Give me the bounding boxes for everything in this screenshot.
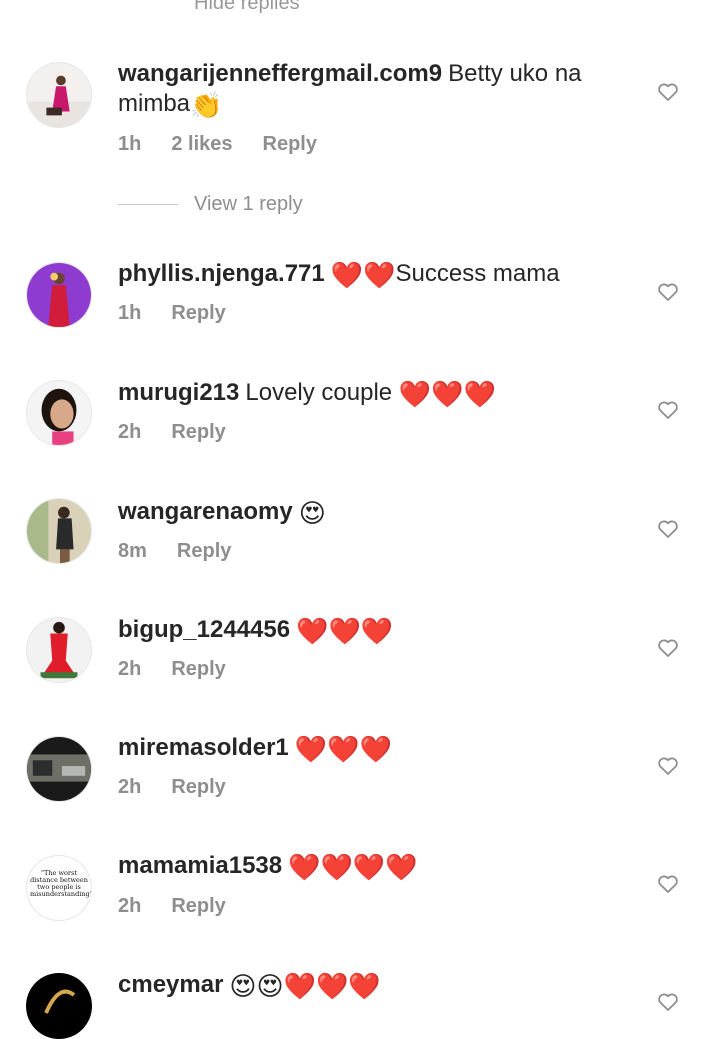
comment-text: murugi213 Lovely couple ❤️❤️❤️	[118, 378, 638, 409]
heart-outline-icon[interactable]	[656, 280, 680, 304]
comment-username[interactable]: wangarenaomy	[118, 498, 293, 525]
comment-text: phyllis.njenga.771 ❤️❤️Success mama	[118, 259, 638, 290]
heart-outline-icon[interactable]	[656, 517, 680, 541]
heart-outline-icon[interactable]	[656, 754, 680, 778]
comment-time: 2h	[118, 658, 142, 680]
comment-username[interactable]: murugi213	[118, 379, 239, 406]
comment-meta: 1h 2 likes Reply	[118, 133, 347, 156]
view-replies-divider	[118, 204, 178, 205]
comment-text: wangarenaomy 😍	[118, 497, 638, 528]
comment-time: 1h	[118, 133, 142, 155]
view-replies-link[interactable]: View 1 reply	[118, 193, 303, 216]
comment-text: miremasolder1 ❤️❤️❤️	[118, 733, 638, 764]
avatar[interactable]	[26, 380, 92, 446]
heart-outline-icon[interactable]	[656, 990, 680, 1014]
reply-button[interactable]: Reply	[177, 540, 231, 562]
comment-text: wangarijenneffergmail.com9 Betty uko na m…	[118, 59, 638, 120]
comment-time: 2h	[118, 895, 142, 917]
comment-meta: 2h Reply	[118, 658, 256, 681]
avatar[interactable]	[26, 617, 92, 683]
avatar[interactable]: "The worst distance between two people i…	[26, 855, 92, 921]
comment-username[interactable]: mamamia1538	[118, 852, 282, 879]
comment-username[interactable]: miremasolder1	[118, 734, 289, 761]
comment-body-continued: mimba	[118, 90, 191, 117]
reply-button[interactable]: Reply	[263, 133, 317, 155]
comment-time: 2h	[118, 421, 142, 443]
avatar[interactable]	[26, 736, 92, 802]
comment-username[interactable]: bigup_1244456	[118, 616, 290, 643]
avatar[interactable]	[26, 262, 92, 328]
comment-text: cmeymar 😍😍❤️❤️❤️	[118, 970, 638, 1001]
red-heart-emoji: ❤️❤️❤️	[296, 616, 394, 646]
comment-meta: 8m Reply	[118, 540, 261, 563]
reply-button[interactable]: Reply	[171, 895, 225, 917]
reply-button[interactable]: Reply	[171, 421, 225, 443]
clapping-hands-emoji: 👏	[190, 90, 223, 120]
avatar[interactable]	[26, 498, 92, 564]
heart-outline-icon[interactable]	[656, 80, 680, 104]
comment-meta: 1h Reply	[118, 302, 256, 325]
comment-body: Success mama	[395, 260, 560, 287]
heart-outline-icon[interactable]	[656, 872, 680, 896]
comment-username[interactable]: wangarijenneffergmail.com9	[118, 60, 442, 87]
comment-username[interactable]: phyllis.njenga.771	[118, 260, 325, 287]
reply-button[interactable]: Reply	[171, 302, 225, 324]
hide-replies-link[interactable]: Hide replies	[194, 0, 300, 15]
comment-meta: 2h Reply	[118, 776, 256, 799]
comment-time: 2h	[118, 776, 142, 798]
comment-body: Lovely couple	[245, 379, 393, 406]
red-heart-emoji: ❤️❤️❤️	[294, 734, 392, 764]
red-heart-emoji: ❤️❤️❤️❤️	[288, 852, 418, 882]
reply-button[interactable]: Reply	[171, 776, 225, 798]
comment-likes[interactable]: 2 likes	[171, 133, 232, 155]
avatar[interactable]	[26, 62, 92, 128]
comment-time: 1h	[118, 302, 142, 324]
red-heart-emoji: ❤️❤️	[330, 260, 396, 290]
red-heart-emoji: ❤️❤️❤️	[398, 379, 496, 409]
comment-time: 8m	[118, 540, 147, 562]
comment-meta: 2h Reply	[118, 421, 256, 444]
avatar-quote-text: "The worst distance between two people i…	[30, 869, 92, 898]
heart-outline-icon[interactable]	[656, 398, 680, 422]
heart-eyes-emoji: 😍	[298, 498, 326, 528]
reply-button[interactable]: Reply	[171, 658, 225, 680]
comment-body: Betty uko na	[448, 60, 582, 87]
comment-text: bigup_1244456 ❤️❤️❤️	[118, 615, 638, 646]
comment-text: mamamia1538 ❤️❤️❤️❤️	[118, 851, 638, 882]
comment-username[interactable]: cmeymar	[118, 971, 223, 998]
comment-meta: 2h Reply	[118, 895, 256, 918]
view-replies-label[interactable]: View 1 reply	[194, 193, 303, 216]
avatar[interactable]	[26, 973, 92, 1039]
heart-outline-icon[interactable]	[656, 636, 680, 660]
